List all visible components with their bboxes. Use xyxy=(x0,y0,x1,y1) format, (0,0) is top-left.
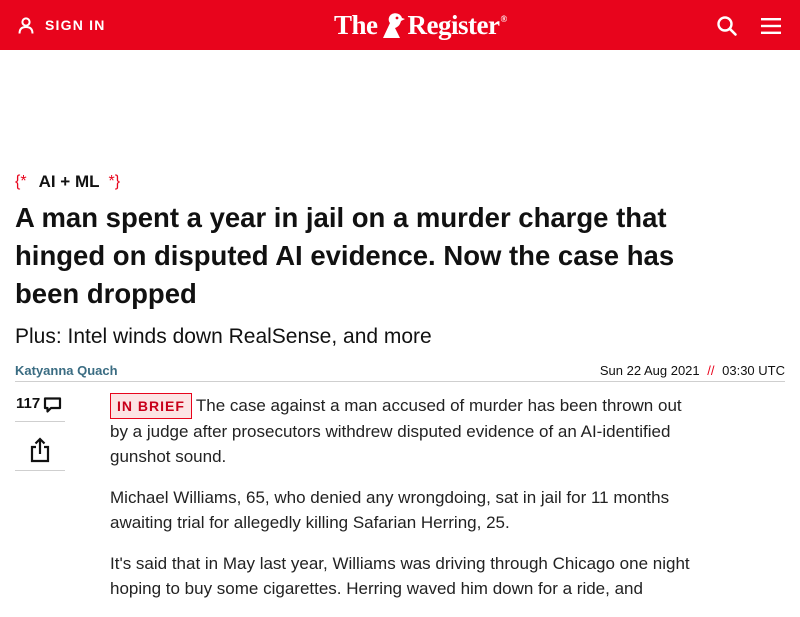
user-icon xyxy=(18,16,34,34)
article-paragraph: It's said that in May last year, William… xyxy=(110,554,690,598)
date-separator: // xyxy=(707,363,715,378)
logo-text-the: The xyxy=(334,9,378,40)
logo-trademark: ® xyxy=(500,14,507,24)
publish-date: Sun 22 Aug 2021 // 03:30 UTC xyxy=(600,363,785,378)
share-button[interactable] xyxy=(15,430,65,471)
publish-time: 03:30 UTC xyxy=(722,363,785,378)
article-paragraph: IN BRIEF The case against a man accused o… xyxy=(110,393,700,469)
publish-date-text: Sun 22 Aug 2021 xyxy=(599,363,700,378)
logo-text-register: Register xyxy=(407,9,500,40)
article-headline: A man spent a year in jail on a murder c… xyxy=(15,202,675,309)
hamburger-menu-icon xyxy=(761,18,781,34)
share-icon xyxy=(30,437,50,463)
comment-icon xyxy=(44,397,62,413)
comments-link[interactable]: 117 xyxy=(15,392,65,422)
site-header: SIGN IN The Register ® xyxy=(0,0,800,50)
sign-in-button[interactable]: SIGN IN xyxy=(18,15,106,35)
site-logo[interactable]: The Register ® xyxy=(334,10,507,40)
article-paragraph-text: The case against a man accused of murder… xyxy=(110,396,682,466)
article-standfirst: Plus: Intel winds down RealSense, and mo… xyxy=(15,325,432,348)
article-body: IN BRIEF The case against a man accused o… xyxy=(110,393,700,617)
byline: Katyanna Quach Sun 22 Aug 2021 // 03:30 … xyxy=(15,361,785,382)
article-paragraph: Michael Williams, 65, who denied any wro… xyxy=(110,488,670,532)
section-close-brace: *} xyxy=(108,173,121,190)
section-open-brace: {* xyxy=(15,173,27,190)
in-brief-badge: IN BRIEF xyxy=(110,393,192,419)
vulture-logo-icon xyxy=(382,13,405,39)
comment-count: 117 xyxy=(16,395,41,412)
sign-in-label: SIGN IN xyxy=(45,17,106,33)
menu-button[interactable] xyxy=(760,15,782,37)
section-label: AI + ML xyxy=(38,172,100,191)
section-tag[interactable]: {* AI + ML *} xyxy=(15,171,120,193)
search-icon xyxy=(717,16,737,36)
search-button[interactable] xyxy=(716,15,738,37)
author-link[interactable]: Katyanna Quach xyxy=(15,363,118,378)
